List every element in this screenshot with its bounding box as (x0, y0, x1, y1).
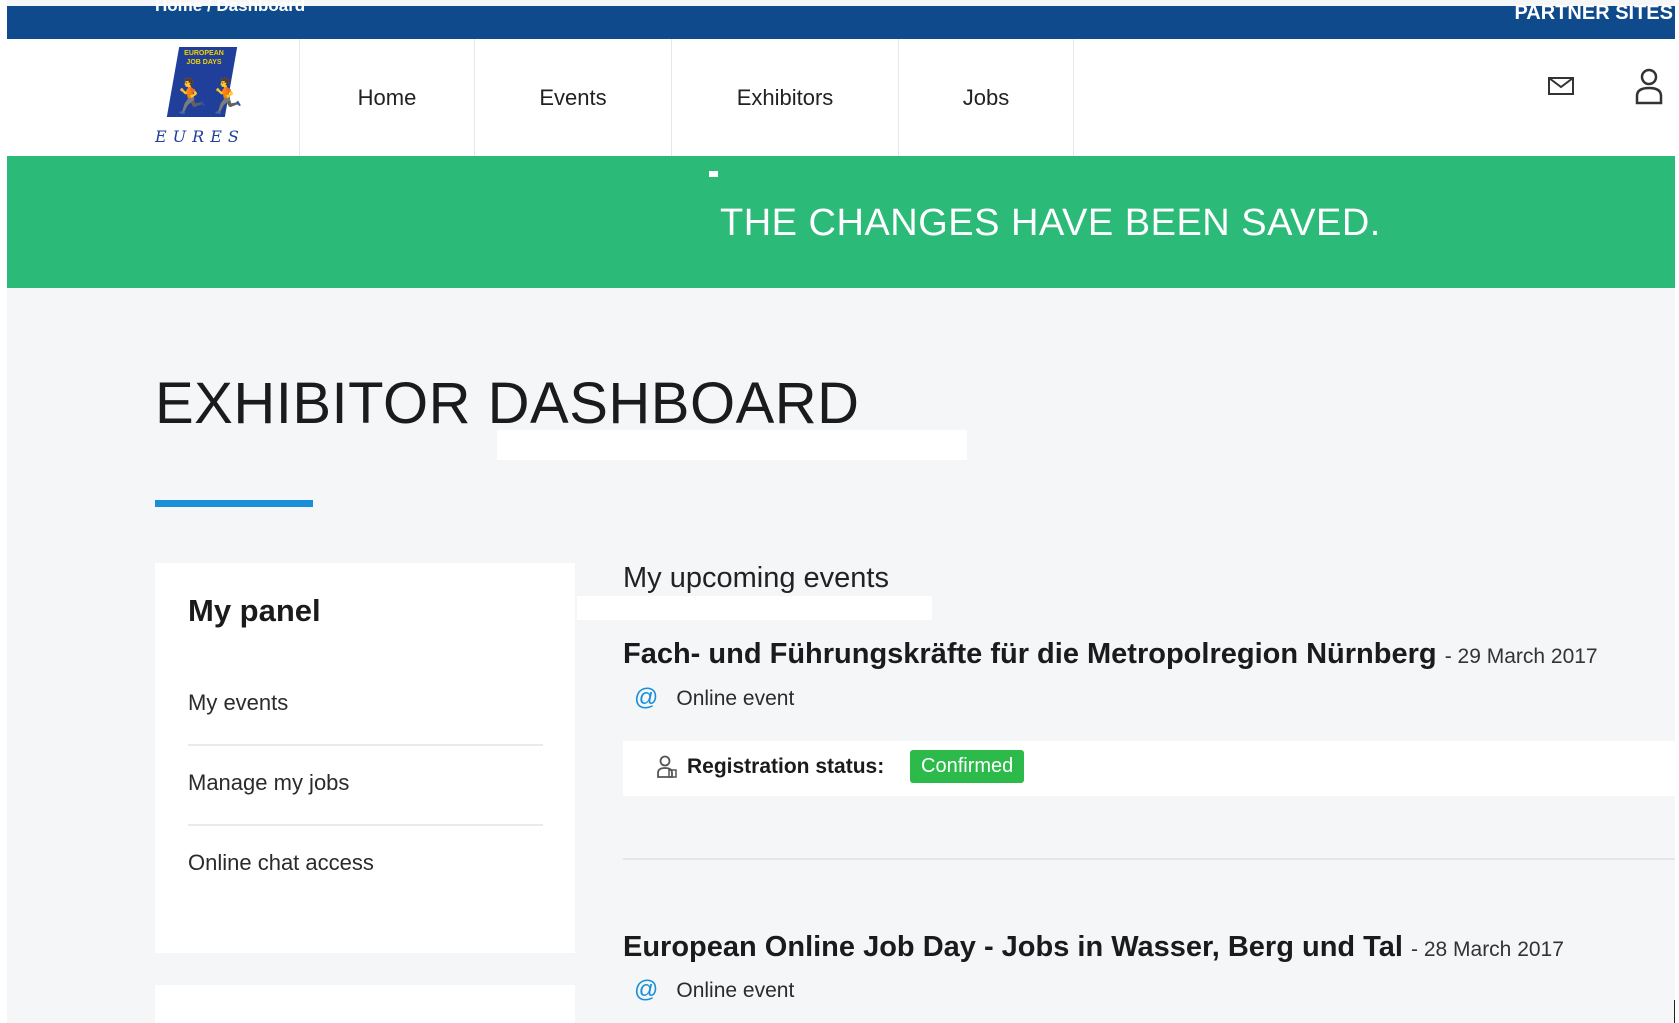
page-frame: Home / Dashboard PARTNER SITES EUROPEAN … (7, 0, 1675, 1023)
eures-logo[interactable]: EUROPEAN JOB DAYS 🏃🏃 EURES (155, 47, 248, 149)
event-type-2: @ Online event (634, 976, 794, 1004)
main-nav: Home Events Exhibitors Jobs (299, 39, 1074, 156)
top-utility-bar: Home / Dashboard PARTNER SITES (7, 0, 1675, 39)
event-date: - 28 March 2017 (1411, 938, 1564, 961)
text-cursor (1674, 1000, 1675, 1023)
title-underline (155, 500, 313, 507)
breadcrumb[interactable]: Home / Dashboard (155, 0, 305, 16)
panel-divider (188, 744, 543, 746)
user-icon[interactable] (1634, 67, 1664, 110)
event-type-label: Online event (676, 979, 795, 1002)
at-icon: @ (634, 684, 659, 711)
nav-exhibitors[interactable]: Exhibitors (671, 39, 898, 156)
nav-home[interactable]: Home (299, 39, 474, 156)
nav-events[interactable]: Events (474, 39, 671, 156)
notification-dot (709, 171, 718, 177)
panel-link-online-chat[interactable]: Online chat access (188, 850, 543, 876)
logo-brand-text: EURES (155, 127, 245, 146)
at-icon: @ (634, 976, 659, 1003)
event-title-1[interactable]: Fach- und Führungskräfte für die Metropo… (623, 638, 1598, 671)
upcoming-events-title: My upcoming events (623, 562, 889, 594)
status-badge: Confirmed (910, 750, 1025, 783)
event-type-label: Online event (676, 687, 795, 710)
panel-title: My panel (188, 593, 321, 628)
event-name[interactable]: European Online Job Day - Jobs in Wasser… (623, 931, 1403, 963)
registration-status-label: Registration status: (687, 755, 885, 778)
logo-people-icon: 🏃🏃 (169, 78, 248, 116)
event-title-2[interactable]: European Online Job Day - Jobs in Wasser… (623, 931, 1564, 964)
title-highlight (497, 430, 967, 460)
site-header: EUROPEAN JOB DAYS 🏃🏃 EURES Home Events E… (7, 39, 1675, 156)
partner-sites-link[interactable]: PARTNER SITES (1514, 2, 1673, 25)
user-small-icon (656, 755, 678, 784)
event-name[interactable]: Fach- und Führungskräfte für die Metropo… (623, 638, 1437, 670)
event-type-1: @ Online event (634, 684, 794, 712)
registration-status-row: Registration status: Confirmed (623, 741, 1675, 796)
panel-divider (188, 824, 543, 826)
success-notification: THE CHANGES HAVE BEEN SAVED. (7, 156, 1675, 288)
panel-link-my-events[interactable]: My events (188, 690, 543, 716)
logo-flag-text: EUROPEAN JOB DAYS (184, 50, 224, 66)
panel-link-manage-jobs[interactable]: Manage my jobs (188, 770, 543, 796)
event-divider (623, 858, 1675, 860)
my-panel: My panel My events Manage my jobs Online… (155, 563, 575, 953)
page-title: EXHIBITOR DASHBOARD (155, 371, 860, 436)
section-title-highlight (577, 596, 932, 620)
envelope-icon[interactable] (1547, 73, 1575, 104)
secondary-panel (155, 985, 575, 1023)
event-date: - 29 March 2017 (1444, 645, 1598, 668)
notification-message: THE CHANGES HAVE BEEN SAVED. (720, 202, 1381, 244)
nav-jobs[interactable]: Jobs (898, 39, 1074, 156)
